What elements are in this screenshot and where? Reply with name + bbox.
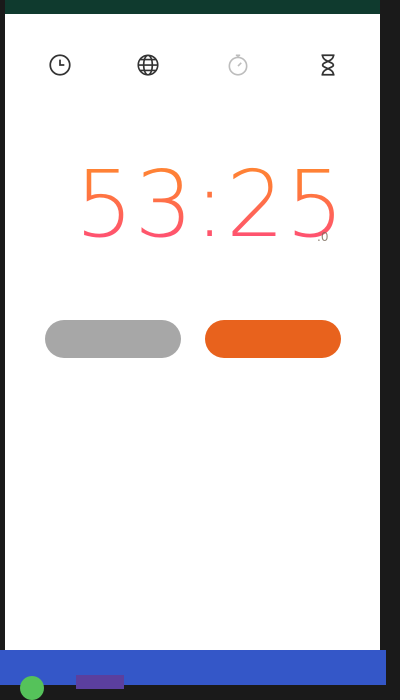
timer-left-button[interactable] bbox=[45, 320, 181, 358]
tab-timer[interactable] bbox=[313, 50, 343, 80]
stopwatch-icon bbox=[228, 54, 248, 76]
timer-right-button[interactable] bbox=[205, 320, 341, 358]
timer-time: 53:25 bbox=[75, 151, 346, 258]
clock-icon bbox=[49, 54, 71, 76]
globe-icon bbox=[137, 54, 159, 76]
timer-subunit: .0 bbox=[317, 230, 329, 244]
taskbar-label[interactable] bbox=[76, 675, 124, 689]
clock-tabbar bbox=[5, 40, 380, 90]
tab-stopwatch[interactable] bbox=[223, 50, 253, 80]
app-launcher-icon[interactable] bbox=[20, 676, 44, 700]
status-bar bbox=[5, 0, 380, 14]
taskbar bbox=[0, 650, 386, 685]
timer-display: 53:25 .0 bbox=[5, 150, 380, 260]
tab-world[interactable] bbox=[133, 50, 163, 80]
hourglass-icon bbox=[321, 54, 335, 76]
app-screen: 53:25 .0 bbox=[5, 0, 380, 650]
tab-alarm[interactable] bbox=[45, 50, 75, 80]
